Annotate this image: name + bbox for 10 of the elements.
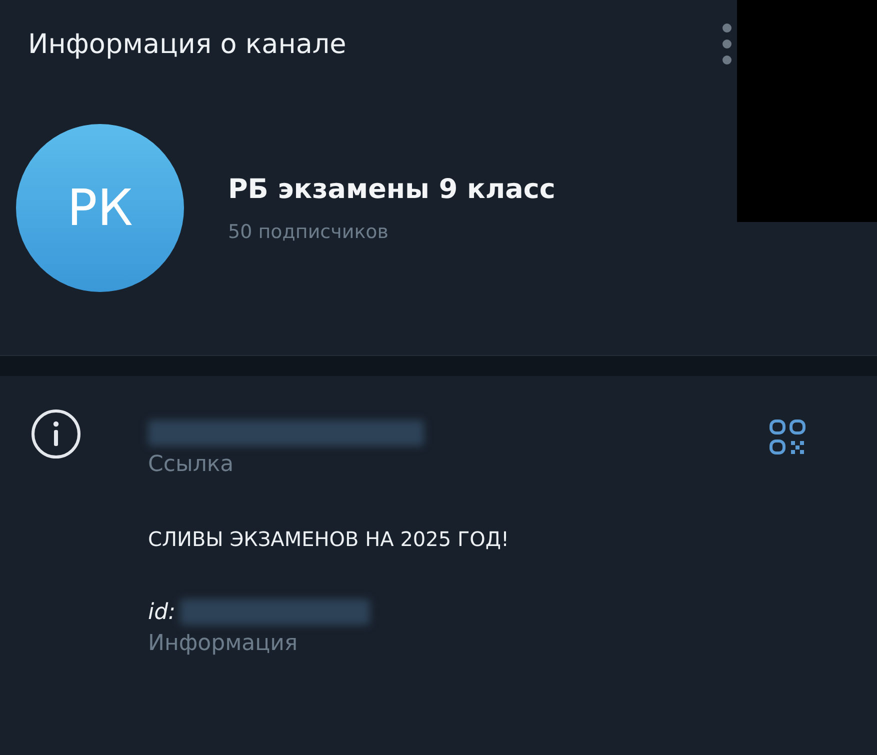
id-label: id: bbox=[148, 600, 176, 624]
channel-name: РБ экзамены 9 класс bbox=[228, 174, 556, 204]
subscriber-count: 50 подписчиков bbox=[228, 220, 390, 242]
avatar: РК bbox=[16, 124, 184, 292]
info-icon bbox=[30, 408, 82, 460]
info-label: Информация bbox=[148, 631, 299, 656]
link-label: Ссылка bbox=[148, 452, 235, 477]
window-title: Информация о канале bbox=[28, 28, 346, 60]
channel-description: СЛИВЫ ЭКЗАМЕНОВ НА 2025 ГОД! bbox=[148, 527, 510, 551]
menu-icon[interactable] bbox=[721, 22, 733, 66]
